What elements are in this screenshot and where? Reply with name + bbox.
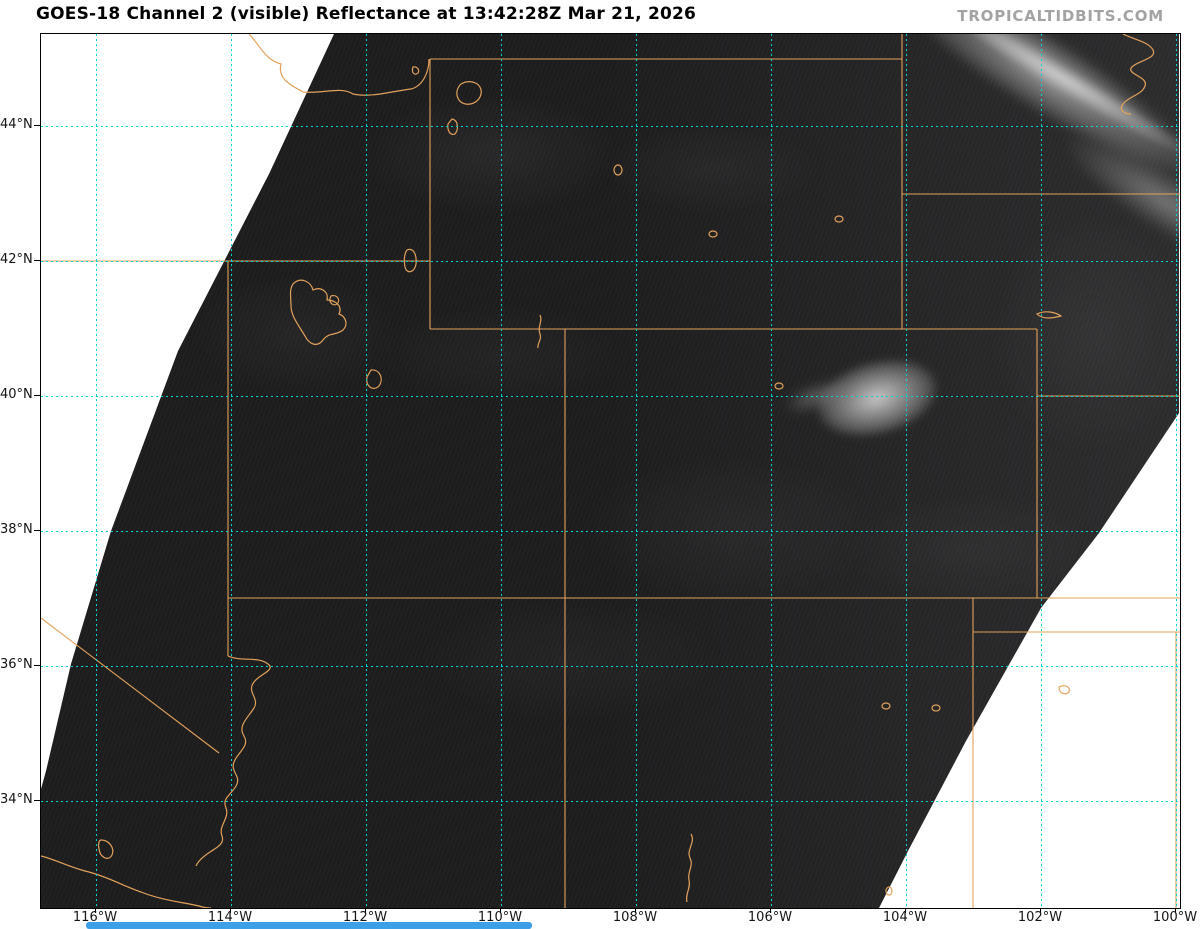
pathfinder-reservoir <box>775 383 783 389</box>
lat-label: 40°N <box>0 387 31 402</box>
lat-label: 44°N <box>0 117 31 132</box>
graticule-parallel <box>41 801 1180 802</box>
graticule-meridian <box>906 34 907 908</box>
california-coastline <box>41 856 211 908</box>
graticule-meridian <box>96 34 97 908</box>
satellite-map-canvas <box>40 33 1181 909</box>
lat-label: 42°N <box>0 252 31 267</box>
state-borders-overlay <box>41 34 1180 908</box>
nm-lake-2 <box>932 705 940 711</box>
animation-progress-bar[interactable] <box>86 922 532 929</box>
graticule-parallel <box>41 396 1180 397</box>
boysen-reservoir <box>614 165 622 175</box>
lon-label: 106°W <box>748 910 792 925</box>
flaming-gorge-reservoir <box>538 315 541 348</box>
tx-lake <box>886 887 892 895</box>
graticule-parallel <box>41 261 1180 262</box>
idaho-montana-border <box>249 34 429 95</box>
lat-tick <box>34 530 40 531</box>
page: { "header": { "title": "GOES-18 Channel … <box>0 0 1200 929</box>
state-border-line <box>41 618 219 753</box>
henrys-lake <box>412 67 418 74</box>
tropicaltidbits-watermark: TROPICALTIDBITS.COM <box>957 7 1164 25</box>
graticule-meridian <box>366 34 367 908</box>
lon-label: 104°W <box>883 910 927 925</box>
lat-label: 38°N <box>0 522 31 537</box>
glendo-reservoir <box>835 216 843 222</box>
missouri-river <box>1121 34 1153 114</box>
lat-label: 34°N <box>0 792 31 807</box>
lat-tick <box>34 665 40 666</box>
graticule-meridian <box>636 34 637 908</box>
lon-label: 100°W <box>1153 910 1197 925</box>
lat-tick <box>34 395 40 396</box>
utah-lake <box>367 370 381 388</box>
coast-river-lake-outlines <box>41 34 1154 908</box>
yellowstone-lake <box>457 82 481 105</box>
state-border-lines <box>41 34 1180 908</box>
lat-tick <box>34 260 40 261</box>
graticule-parallel <box>41 126 1180 127</box>
colorado-river-lake-mead <box>196 656 270 866</box>
graticule-meridian <box>231 34 232 908</box>
graticule-meridian <box>501 34 502 908</box>
image-title: GOES-18 Channel 2 (visible) Reflectance … <box>36 4 696 24</box>
graticule-parallel <box>41 531 1180 532</box>
lat-tick <box>34 125 40 126</box>
rio-grande-river <box>687 834 693 902</box>
lon-label: 102°W <box>1018 910 1062 925</box>
seminoe-reservoir <box>709 231 717 237</box>
lat-label: 36°N <box>0 657 31 672</box>
nm-reservoir <box>1059 686 1069 694</box>
great-salt-lake <box>291 280 346 344</box>
salton-sea <box>99 840 113 858</box>
graticule-meridian <box>1041 34 1042 908</box>
graticule-meridian <box>1176 34 1177 908</box>
nm-lake <box>882 703 890 709</box>
graticule-meridian <box>771 34 772 908</box>
lon-label: 108°W <box>613 910 657 925</box>
lat-tick <box>34 800 40 801</box>
graticule-parallel <box>41 666 1180 667</box>
